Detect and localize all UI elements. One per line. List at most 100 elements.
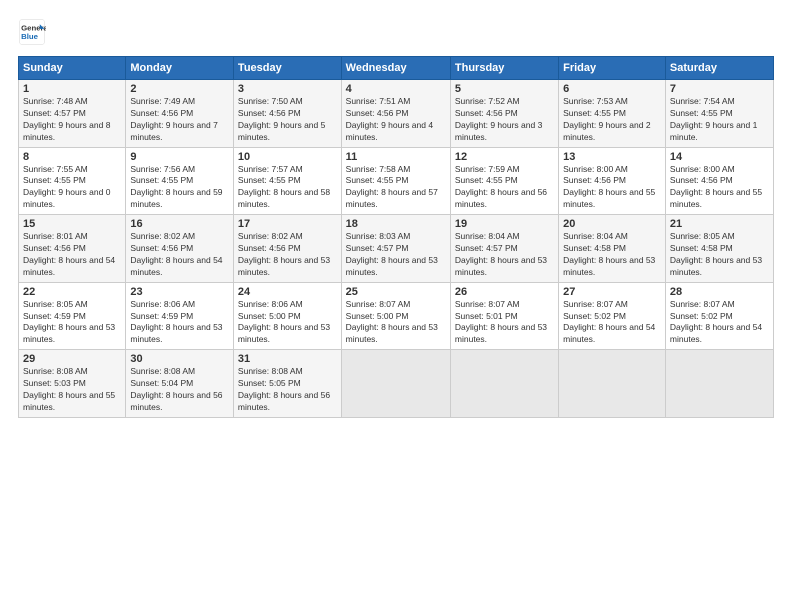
day-info: Sunrise: 8:07 AMSunset: 5:02 PMDaylight:… (563, 299, 661, 347)
calendar-cell: 6Sunrise: 7:53 AMSunset: 4:55 PMDaylight… (559, 80, 666, 148)
week-row-2: 8Sunrise: 7:55 AMSunset: 4:55 PMDaylight… (19, 147, 774, 215)
day-info: Sunrise: 8:01 AMSunset: 4:56 PMDaylight:… (23, 231, 121, 279)
week-row-1: 1Sunrise: 7:48 AMSunset: 4:57 PMDaylight… (19, 80, 774, 148)
day-number: 12 (455, 151, 554, 163)
day-info: Sunrise: 8:04 AMSunset: 4:57 PMDaylight:… (455, 231, 554, 279)
calendar-cell: 21Sunrise: 8:05 AMSunset: 4:58 PMDayligh… (665, 215, 773, 283)
calendar-cell: 1Sunrise: 7:48 AMSunset: 4:57 PMDaylight… (19, 80, 126, 148)
calendar-cell: 9Sunrise: 7:56 AMSunset: 4:55 PMDaylight… (126, 147, 234, 215)
calendar-cell: 29Sunrise: 8:08 AMSunset: 5:03 PMDayligh… (19, 350, 126, 418)
day-number: 31 (238, 353, 337, 365)
day-number: 27 (563, 286, 661, 298)
day-number: 8 (23, 151, 121, 163)
day-info: Sunrise: 8:00 AMSunset: 4:56 PMDaylight:… (670, 164, 769, 212)
day-number: 11 (346, 151, 446, 163)
day-info: Sunrise: 8:07 AMSunset: 5:01 PMDaylight:… (455, 299, 554, 347)
calendar-cell: 16Sunrise: 8:02 AMSunset: 4:56 PMDayligh… (126, 215, 234, 283)
calendar-cell: 23Sunrise: 8:06 AMSunset: 4:59 PMDayligh… (126, 282, 234, 350)
calendar-cell: 28Sunrise: 8:07 AMSunset: 5:02 PMDayligh… (665, 282, 773, 350)
day-info: Sunrise: 8:08 AMSunset: 5:04 PMDaylight:… (130, 366, 229, 414)
calendar-cell: 12Sunrise: 7:59 AMSunset: 4:55 PMDayligh… (450, 147, 558, 215)
day-number: 30 (130, 353, 229, 365)
day-number: 9 (130, 151, 229, 163)
calendar-cell: 19Sunrise: 8:04 AMSunset: 4:57 PMDayligh… (450, 215, 558, 283)
day-info: Sunrise: 7:51 AMSunset: 4:56 PMDaylight:… (346, 96, 446, 144)
day-number: 13 (563, 151, 661, 163)
day-number: 18 (346, 218, 446, 230)
day-number: 7 (670, 83, 769, 95)
calendar-cell: 18Sunrise: 8:03 AMSunset: 4:57 PMDayligh… (341, 215, 450, 283)
day-info: Sunrise: 8:06 AMSunset: 5:00 PMDaylight:… (238, 299, 337, 347)
calendar-cell: 20Sunrise: 8:04 AMSunset: 4:58 PMDayligh… (559, 215, 666, 283)
week-row-3: 15Sunrise: 8:01 AMSunset: 4:56 PMDayligh… (19, 215, 774, 283)
calendar-cell: 27Sunrise: 8:07 AMSunset: 5:02 PMDayligh… (559, 282, 666, 350)
day-number: 6 (563, 83, 661, 95)
calendar-cell: 11Sunrise: 7:58 AMSunset: 4:55 PMDayligh… (341, 147, 450, 215)
calendar-cell: 8Sunrise: 7:55 AMSunset: 4:55 PMDaylight… (19, 147, 126, 215)
calendar-cell: 26Sunrise: 8:07 AMSunset: 5:01 PMDayligh… (450, 282, 558, 350)
logo-icon: General Blue (18, 18, 46, 46)
day-info: Sunrise: 8:08 AMSunset: 5:05 PMDaylight:… (238, 366, 337, 414)
day-number: 22 (23, 286, 121, 298)
calendar-cell: 15Sunrise: 8:01 AMSunset: 4:56 PMDayligh… (19, 215, 126, 283)
day-info: Sunrise: 7:55 AMSunset: 4:55 PMDaylight:… (23, 164, 121, 212)
calendar-cell: 3Sunrise: 7:50 AMSunset: 4:56 PMDaylight… (233, 80, 341, 148)
calendar-cell: 5Sunrise: 7:52 AMSunset: 4:56 PMDaylight… (450, 80, 558, 148)
calendar-cell: 24Sunrise: 8:06 AMSunset: 5:00 PMDayligh… (233, 282, 341, 350)
day-info: Sunrise: 8:05 AMSunset: 4:58 PMDaylight:… (670, 231, 769, 279)
day-info: Sunrise: 7:48 AMSunset: 4:57 PMDaylight:… (23, 96, 121, 144)
day-number: 16 (130, 218, 229, 230)
day-info: Sunrise: 7:57 AMSunset: 4:55 PMDaylight:… (238, 164, 337, 212)
day-info: Sunrise: 8:00 AMSunset: 4:56 PMDaylight:… (563, 164, 661, 212)
calendar-cell: 30Sunrise: 8:08 AMSunset: 5:04 PMDayligh… (126, 350, 234, 418)
day-info: Sunrise: 7:53 AMSunset: 4:55 PMDaylight:… (563, 96, 661, 144)
day-info: Sunrise: 7:58 AMSunset: 4:55 PMDaylight:… (346, 164, 446, 212)
weekday-friday: Friday (559, 57, 666, 80)
calendar-body: 1Sunrise: 7:48 AMSunset: 4:57 PMDaylight… (19, 80, 774, 418)
day-info: Sunrise: 7:52 AMSunset: 4:56 PMDaylight:… (455, 96, 554, 144)
calendar-cell: 10Sunrise: 7:57 AMSunset: 4:55 PMDayligh… (233, 147, 341, 215)
day-number: 19 (455, 218, 554, 230)
week-row-4: 22Sunrise: 8:05 AMSunset: 4:59 PMDayligh… (19, 282, 774, 350)
calendar-cell: 14Sunrise: 8:00 AMSunset: 4:56 PMDayligh… (665, 147, 773, 215)
day-info: Sunrise: 8:08 AMSunset: 5:03 PMDaylight:… (23, 366, 121, 414)
day-info: Sunrise: 8:03 AMSunset: 4:57 PMDaylight:… (346, 231, 446, 279)
day-info: Sunrise: 8:02 AMSunset: 4:56 PMDaylight:… (238, 231, 337, 279)
day-number: 25 (346, 286, 446, 298)
calendar-cell: 2Sunrise: 7:49 AMSunset: 4:56 PMDaylight… (126, 80, 234, 148)
weekday-thursday: Thursday (450, 57, 558, 80)
weekday-tuesday: Tuesday (233, 57, 341, 80)
calendar-cell: 13Sunrise: 8:00 AMSunset: 4:56 PMDayligh… (559, 147, 666, 215)
day-number: 5 (455, 83, 554, 95)
calendar-table: SundayMondayTuesdayWednesdayThursdayFrid… (18, 56, 774, 418)
calendar-cell (341, 350, 450, 418)
logo: General Blue (18, 18, 46, 46)
day-number: 28 (670, 286, 769, 298)
day-info: Sunrise: 8:02 AMSunset: 4:56 PMDaylight:… (130, 231, 229, 279)
calendar-cell: 17Sunrise: 8:02 AMSunset: 4:56 PMDayligh… (233, 215, 341, 283)
day-number: 1 (23, 83, 121, 95)
week-row-5: 29Sunrise: 8:08 AMSunset: 5:03 PMDayligh… (19, 350, 774, 418)
calendar-cell (559, 350, 666, 418)
weekday-saturday: Saturday (665, 57, 773, 80)
day-number: 15 (23, 218, 121, 230)
weekday-header-row: SundayMondayTuesdayWednesdayThursdayFrid… (19, 57, 774, 80)
day-number: 4 (346, 83, 446, 95)
day-info: Sunrise: 8:05 AMSunset: 4:59 PMDaylight:… (23, 299, 121, 347)
day-number: 26 (455, 286, 554, 298)
day-info: Sunrise: 8:07 AMSunset: 5:00 PMDaylight:… (346, 299, 446, 347)
day-info: Sunrise: 7:56 AMSunset: 4:55 PMDaylight:… (130, 164, 229, 212)
day-info: Sunrise: 7:50 AMSunset: 4:56 PMDaylight:… (238, 96, 337, 144)
page-header: General Blue (18, 18, 774, 46)
day-number: 17 (238, 218, 337, 230)
day-info: Sunrise: 7:49 AMSunset: 4:56 PMDaylight:… (130, 96, 229, 144)
weekday-sunday: Sunday (19, 57, 126, 80)
calendar-cell: 7Sunrise: 7:54 AMSunset: 4:55 PMDaylight… (665, 80, 773, 148)
day-info: Sunrise: 7:54 AMSunset: 4:55 PMDaylight:… (670, 96, 769, 144)
day-info: Sunrise: 7:59 AMSunset: 4:55 PMDaylight:… (455, 164, 554, 212)
day-info: Sunrise: 8:06 AMSunset: 4:59 PMDaylight:… (130, 299, 229, 347)
svg-text:Blue: Blue (21, 32, 39, 41)
day-info: Sunrise: 8:07 AMSunset: 5:02 PMDaylight:… (670, 299, 769, 347)
calendar-cell: 22Sunrise: 8:05 AMSunset: 4:59 PMDayligh… (19, 282, 126, 350)
calendar-cell: 31Sunrise: 8:08 AMSunset: 5:05 PMDayligh… (233, 350, 341, 418)
